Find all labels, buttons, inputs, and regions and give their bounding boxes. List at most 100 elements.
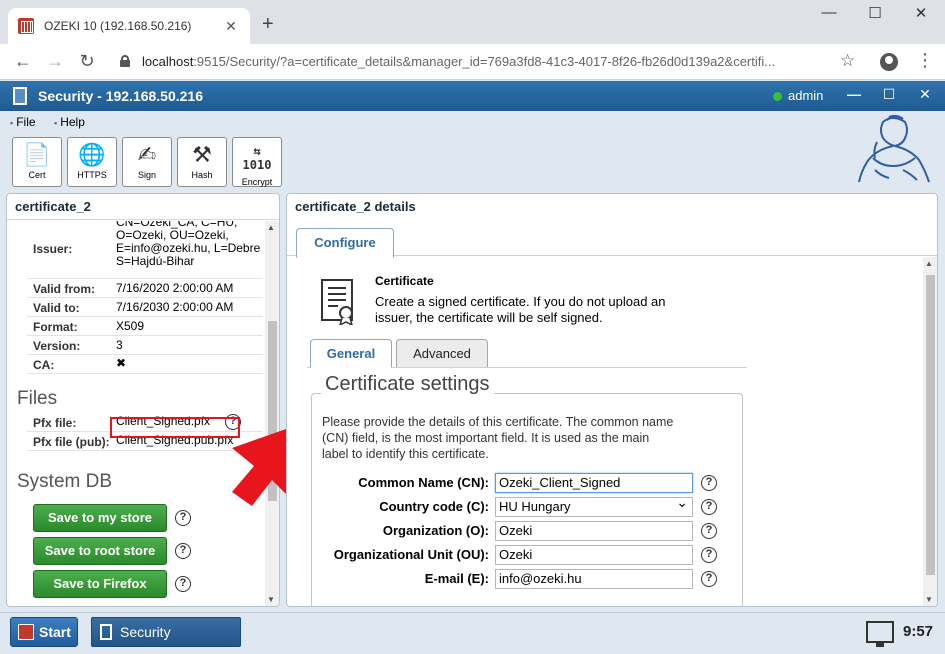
firefox-help-icon[interactable]: ?	[175, 576, 191, 592]
pfx-highlight-box	[110, 417, 240, 438]
toolbar-hash-button[interactable]: ⚒ Hash	[177, 137, 227, 187]
root-store-help-icon[interactable]: ?	[175, 543, 191, 559]
tab-close-icon[interactable]: ✕	[222, 18, 240, 35]
app-titlebar: Security - 192.168.50.216 admin — ☐ ✕	[0, 81, 945, 111]
ca-false-icon: ✖	[116, 356, 127, 370]
organizational-unit-label: Organizational Unit (OU):	[333, 547, 489, 562]
save-to-firefox-button[interactable]: Save to Firefox	[33, 570, 167, 598]
browser-tab[interactable]: OZEKI 10 (192.168.50.216) ✕	[8, 8, 250, 44]
files-section-title: Files	[17, 388, 58, 409]
certificate-description: Create a signed certificate. If you do n…	[375, 294, 666, 325]
reload-icon[interactable]: ↻	[76, 51, 98, 72]
maximize-window-icon[interactable]: ☐	[860, 4, 890, 22]
toolbar-cert-button[interactable]: 📄 Cert	[12, 137, 62, 187]
certificate-properties: Issuer: CN=Ozeki_CA, C=HU, O=Ozeki, OU=O…	[7, 221, 265, 606]
common-name-help-icon[interactable]: ?	[701, 475, 717, 491]
ozeki-favicon-icon	[18, 18, 34, 34]
left-scrollbar[interactable]: ▲ ▼	[265, 221, 279, 606]
profile-icon[interactable]	[880, 53, 898, 71]
start-button[interactable]: Start	[10, 617, 78, 647]
bookmark-star-icon[interactable]: ☆	[840, 51, 855, 71]
organization-help-icon[interactable]: ?	[701, 523, 717, 539]
app-title: Security - 192.168.50.216	[38, 88, 204, 104]
sign-icon: ✍	[137, 142, 157, 167]
left-panel: certificate_2 Issuer: CN=Ozeki_CA, C=HU,…	[6, 193, 280, 607]
monitor-tray-icon[interactable]	[866, 621, 894, 647]
app-minimize-icon[interactable]: —	[842, 86, 866, 102]
common-name-input[interactable]: Ozeki_Client_Signed	[495, 473, 693, 493]
left-panel-title: certificate_2	[7, 194, 279, 220]
right-scrollbar[interactable]: ▲ ▼	[923, 257, 937, 606]
configure-content: Certificate Create a signed certificate.…	[287, 257, 923, 606]
clock: 9:57	[903, 623, 934, 640]
save-to-my-store-button[interactable]: Save to my store	[33, 504, 167, 532]
organizational-unit-input[interactable]: Ozeki	[495, 545, 693, 565]
close-window-icon[interactable]: ✕	[906, 4, 936, 22]
country-code-select[interactable]: HU Hungary	[495, 494, 693, 517]
right-scroll-down-icon[interactable]: ▼	[925, 595, 933, 604]
app-maximize-icon[interactable]: ☐	[877, 86, 901, 103]
binary-icon: ⇆ 1010	[242, 144, 272, 172]
cert-icon: 📄	[23, 142, 51, 167]
address-bar: ← → ↻ localhost:9515/Security/?a=certifi…	[0, 44, 945, 80]
common-name-label: Common Name (CN):	[358, 475, 489, 490]
minimize-window-icon[interactable]: —	[814, 4, 844, 21]
forward-icon[interactable]: →	[44, 51, 66, 72]
lock-icon	[120, 55, 130, 67]
tab-general[interactable]: General	[310, 339, 392, 368]
menu-help[interactable]: Help	[54, 115, 85, 129]
right-panel: certificate_2 details Configure Certific…	[286, 193, 938, 607]
security-app-icon	[13, 87, 27, 105]
scroll-up-icon[interactable]: ▲	[267, 223, 275, 232]
menu-file[interactable]: File	[10, 115, 35, 129]
country-code-label: Country code (C):	[379, 499, 489, 514]
email-help-icon[interactable]: ?	[701, 571, 717, 587]
new-tab-icon[interactable]: +	[262, 14, 274, 34]
save-to-root-store-button[interactable]: Save to root store	[33, 537, 167, 565]
security-taskbar-icon	[100, 624, 112, 640]
user-name[interactable]: admin	[788, 88, 823, 103]
certificate-settings-title: Certificate settings	[321, 373, 494, 396]
right-scroll-up-icon[interactable]: ▲	[925, 259, 933, 268]
globe-icon: 🌐	[78, 142, 106, 167]
organization-input[interactable]: Ozeki	[495, 521, 693, 541]
certificate-heading: Certificate	[375, 274, 434, 288]
issuer-value: CN=Ozeki_CA, C=HU, O=Ozeki, OU=Ozeki, E=…	[116, 221, 261, 268]
right-panel-title: certificate_2 details	[295, 199, 416, 214]
browser-menu-icon[interactable]: ⋮	[916, 50, 934, 71]
start-icon	[18, 624, 34, 640]
scroll-down-icon[interactable]: ▼	[267, 595, 275, 604]
format-row: Format: X509	[27, 317, 263, 336]
certificate-settings-description: Please provide the details of this certi…	[322, 415, 674, 461]
tab-advanced[interactable]: Advanced	[396, 339, 488, 367]
valid-from-row: Valid from: 7/16/2020 2:00:00 AM	[27, 279, 263, 298]
toolbar-encrypt-button[interactable]: ⇆ 1010 Encrypt	[232, 137, 282, 187]
valid-to-row: Valid to: 7/16/2030 2:00:00 AM	[27, 298, 263, 317]
back-icon[interactable]: ←	[12, 51, 34, 72]
app-close-icon[interactable]: ✕	[913, 86, 937, 103]
right-scroll-thumb[interactable]	[926, 275, 935, 575]
taskbar-security-app[interactable]: Security	[91, 617, 241, 647]
toolbar-https-button[interactable]: 🌐 HTTPS	[67, 137, 117, 187]
menu-bar: File Help	[0, 111, 945, 131]
ozeki-statue-logo	[858, 114, 930, 183]
email-label: E-mail (E):	[424, 571, 489, 586]
tab-title: OZEKI 10 (192.168.50.216)	[44, 19, 192, 33]
hammer-icon: ⚒	[192, 142, 212, 167]
country-code-help-icon[interactable]: ?	[701, 499, 717, 515]
version-row: Version: 3	[27, 336, 263, 355]
email-input[interactable]: info@ozeki.hu	[495, 569, 693, 589]
online-status-icon	[773, 92, 782, 101]
issuer-row: Issuer: CN=Ozeki_CA, C=HU, O=Ozeki, OU=O…	[27, 221, 263, 279]
right-tabs: Configure	[287, 220, 937, 258]
organizational-unit-help-icon[interactable]: ?	[701, 547, 717, 563]
my-store-help-icon[interactable]: ?	[175, 510, 191, 526]
taskbar: Start Security 9:57	[0, 612, 945, 654]
url-field[interactable]: localhost:9515/Security/?a=certificate_d…	[142, 54, 832, 69]
tab-configure[interactable]: Configure	[296, 228, 394, 258]
toolbar-sign-button[interactable]: ✍ Sign	[122, 137, 172, 187]
systemdb-section-title: System DB	[17, 471, 113, 492]
organization-label: Organization (O):	[382, 523, 489, 538]
browser-tabstrip: OZEKI 10 (192.168.50.216) ✕ + — ☐ ✕	[0, 0, 945, 44]
ca-row: CA: ✖	[27, 355, 263, 374]
